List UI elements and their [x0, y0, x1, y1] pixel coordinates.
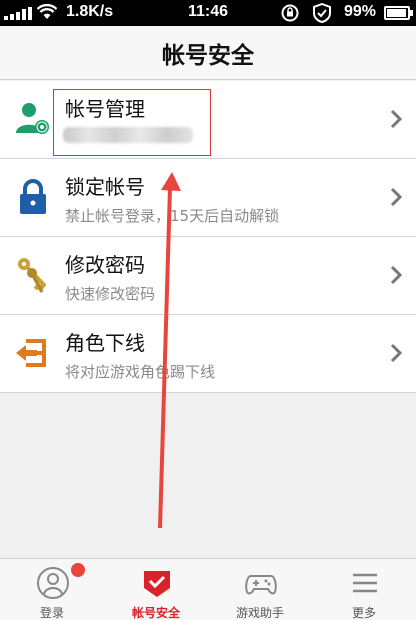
- row-subtitle: 禁止帐号登录，15天后自动解锁: [65, 207, 280, 225]
- row-title: 修改密码: [65, 253, 145, 277]
- chevron-right-icon: [390, 109, 402, 129]
- chevron-right-icon: [390, 265, 402, 285]
- row-title: 锁定帐号: [65, 175, 145, 199]
- kick-character-row[interactable]: 角色下线 将对应游戏角色踢下线: [0, 315, 416, 393]
- lock-icon: [20, 179, 46, 214]
- tab-account-security[interactable]: 帐号安全: [104, 559, 208, 620]
- chevron-right-icon: [390, 187, 402, 207]
- user-gear-icon: [16, 103, 49, 134]
- bottom-tab-bar: 登录 帐号安全 游戏助手 更多: [0, 558, 416, 620]
- navigation-header: 帐号安全: [0, 26, 416, 80]
- row-subtitle: 将对应游戏角色踢下线: [65, 363, 216, 381]
- highlight-box: [53, 89, 211, 156]
- tab-label: 帐号安全: [131, 606, 180, 620]
- tab-label: 更多: [351, 606, 376, 620]
- tab-login[interactable]: 登录: [0, 559, 104, 620]
- tab-label: 登录: [39, 606, 64, 620]
- status-bar: 1.8K/s 11:46 99%: [0, 0, 416, 26]
- empty-area: [0, 394, 416, 558]
- account-management-row[interactable]: 帐号管理: [0, 81, 416, 159]
- page-title: 帐号安全: [162, 42, 254, 69]
- battery-icon: [384, 6, 413, 20]
- shield-check-icon: [144, 571, 170, 597]
- tab-game-assistant[interactable]: 游戏助手: [208, 559, 312, 620]
- chevron-right-icon: [390, 343, 402, 363]
- rotation-lock-icon: [281, 4, 299, 22]
- change-password-row[interactable]: 修改密码 快速修改密码: [0, 237, 416, 315]
- tab-more[interactable]: 更多: [312, 559, 416, 620]
- tab-label: 游戏助手: [235, 606, 284, 620]
- row-subtitle: 快速修改密码: [65, 285, 156, 303]
- menu-icon: [353, 573, 377, 593]
- battery-percent: 99%: [344, 3, 377, 20]
- lock-account-row[interactable]: 锁定帐号 禁止帐号登录，15天后自动解锁: [0, 159, 416, 237]
- security-options-list: 帐号管理 锁定帐号 禁止帐号登录，15天后自动解锁 修改密码 快速修改密码 角色…: [0, 81, 416, 393]
- row-title: 角色下线: [65, 331, 145, 355]
- exit-icon: [16, 339, 46, 367]
- user-circle-icon: [37, 567, 69, 599]
- keys-icon: [18, 258, 46, 293]
- vpn-shield-icon: [313, 3, 331, 23]
- gamepad-icon: [245, 575, 277, 595]
- notification-dot: [71, 563, 85, 577]
